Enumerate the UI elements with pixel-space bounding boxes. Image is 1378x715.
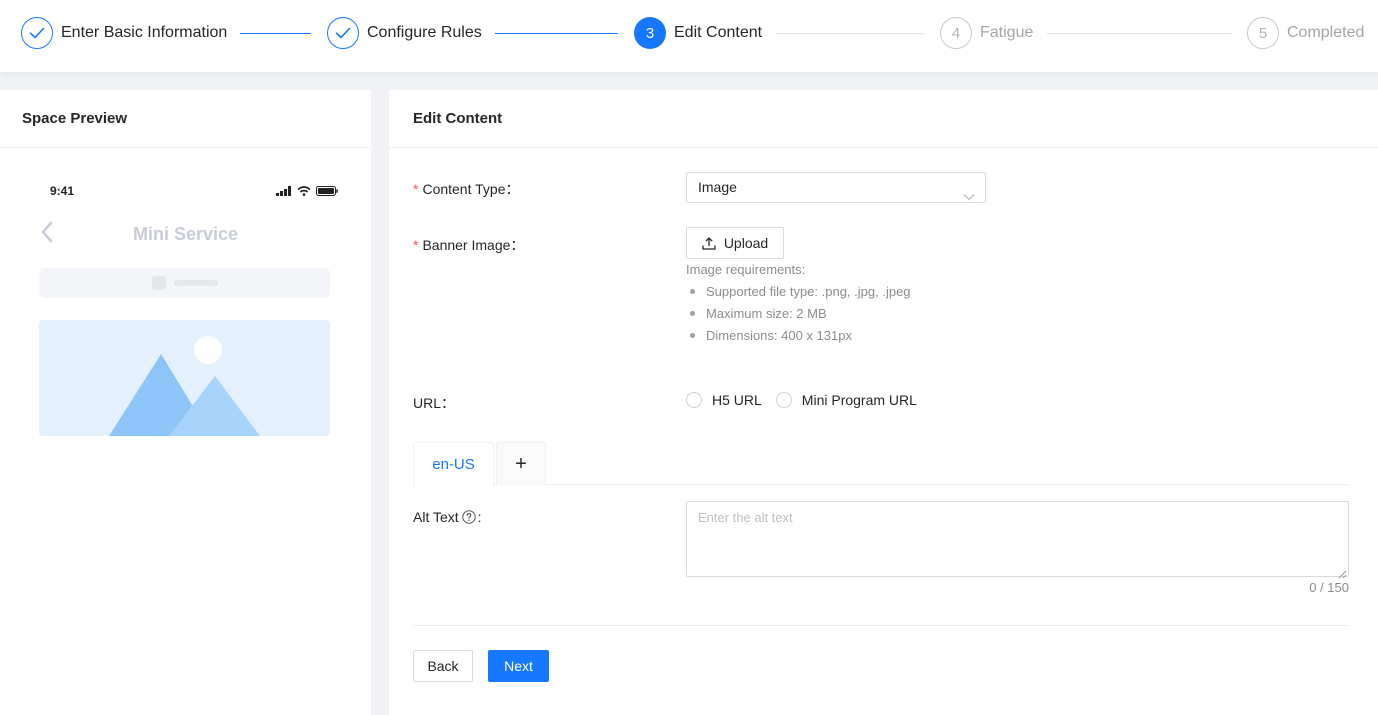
image-placeholder-icon <box>109 336 260 436</box>
signal-icon <box>276 186 291 196</box>
steps-bar: Enter Basic Information Configure Rules … <box>0 0 1378 72</box>
list-item: Maximum size: 2 MB <box>686 306 911 328</box>
step-fatigue[interactable]: 4 Fatigue <box>940 17 1033 49</box>
content-type-select[interactable]: Image <box>686 172 986 203</box>
label-colon: ： <box>510 237 525 253</box>
step-completed[interactable]: 5 Completed <box>1247 17 1364 49</box>
alt-text-input[interactable] <box>686 501 1349 577</box>
radio-circle[interactable] <box>686 392 702 408</box>
step-enter-basic-information[interactable]: Enter Basic Information <box>21 17 227 49</box>
preview-search-bar <box>39 268 330 298</box>
required-mark: * <box>413 181 419 197</box>
step-title: Configure Rules <box>367 24 482 41</box>
content-type-label: * Content Type： <box>413 179 519 199</box>
phone-status-icons <box>276 186 338 196</box>
radio-label: Mini Program URL <box>801 392 917 408</box>
alt-text-label-text: Alt Text <box>413 509 459 525</box>
step-number: 3 <box>634 17 666 49</box>
language-tabs: en-US + <box>413 442 1349 486</box>
banner-image-placeholder <box>39 320 330 436</box>
wifi-icon <box>297 186 311 196</box>
list-item: Dimensions: 400 x 131px <box>686 328 911 350</box>
label-colon: ： <box>441 395 456 411</box>
alt-text-counter: 0 / 150 <box>1309 580 1349 595</box>
label-colon: ： <box>505 181 520 197</box>
url-type-radio-group: H5 URL Mini Program URL <box>686 392 931 408</box>
step-title: Fatigue <box>980 24 1034 41</box>
radio-h5-url[interactable]: H5 URL <box>686 392 762 408</box>
url-label: URL： <box>413 393 455 413</box>
label-colon: : <box>477 509 482 525</box>
banner-image-label: * Banner Image： <box>413 235 524 255</box>
url-label-text: URL <box>413 395 442 411</box>
list-item: Supported file type: .png, .jpg, .jpeg <box>686 284 911 306</box>
tab-en-us[interactable]: en-US <box>413 442 494 486</box>
image-requirements-list: Supported file type: .png, .jpg, .jpeg M… <box>686 284 911 350</box>
search-placeholder-icon <box>152 276 166 290</box>
space-preview-panel: Space Preview 9:41 Mini Service <box>0 90 371 715</box>
search-placeholder-line <box>174 280 218 286</box>
step-title: Edit Content <box>674 24 763 41</box>
next-button[interactable]: Next <box>488 650 549 682</box>
step-configure-rules[interactable]: Configure Rules <box>327 17 482 49</box>
space-preview-title: Space Preview <box>0 90 371 148</box>
back-button[interactable]: Back <box>413 650 473 682</box>
radio-label: H5 URL <box>712 392 762 408</box>
step-edit-content[interactable]: 3 Edit Content <box>634 17 762 49</box>
required-mark: * <box>413 237 419 253</box>
step-connector <box>240 33 311 34</box>
phone-time: 9:41 <box>50 184 75 198</box>
step-connector <box>1047 33 1231 34</box>
image-requirements-title: Image requirements: <box>686 262 806 277</box>
content-type-label-text: Content Type <box>422 181 506 197</box>
step-number: 4 <box>940 17 972 49</box>
chevron-down-icon <box>963 182 975 211</box>
upload-button[interactable]: Upload <box>686 227 784 259</box>
battery-icon <box>316 186 338 196</box>
mini-service-title: Mini Service <box>132 224 239 244</box>
add-tab-button[interactable]: + <box>496 442 546 485</box>
step-connector <box>495 33 618 34</box>
question-circle-icon[interactable] <box>461 510 476 527</box>
edit-content-title: Edit Content <box>389 90 1378 148</box>
upload-label: Upload <box>723 235 769 251</box>
banner-image-label-text: Banner Image <box>422 237 511 253</box>
alt-text-label: Alt Text : <box>413 509 482 527</box>
content-type-value: Image <box>698 179 737 195</box>
step-number: 5 <box>1247 17 1279 49</box>
step-title: Completed <box>1287 24 1365 41</box>
check-icon <box>327 17 359 49</box>
check-icon <box>21 17 53 49</box>
radio-mini-program-url[interactable]: Mini Program URL <box>775 392 917 408</box>
footer-divider <box>413 625 1349 626</box>
radio-circle[interactable] <box>775 392 792 408</box>
step-title: Enter Basic Information <box>61 24 228 41</box>
upload-icon <box>702 236 716 250</box>
step-connector <box>777 33 924 34</box>
